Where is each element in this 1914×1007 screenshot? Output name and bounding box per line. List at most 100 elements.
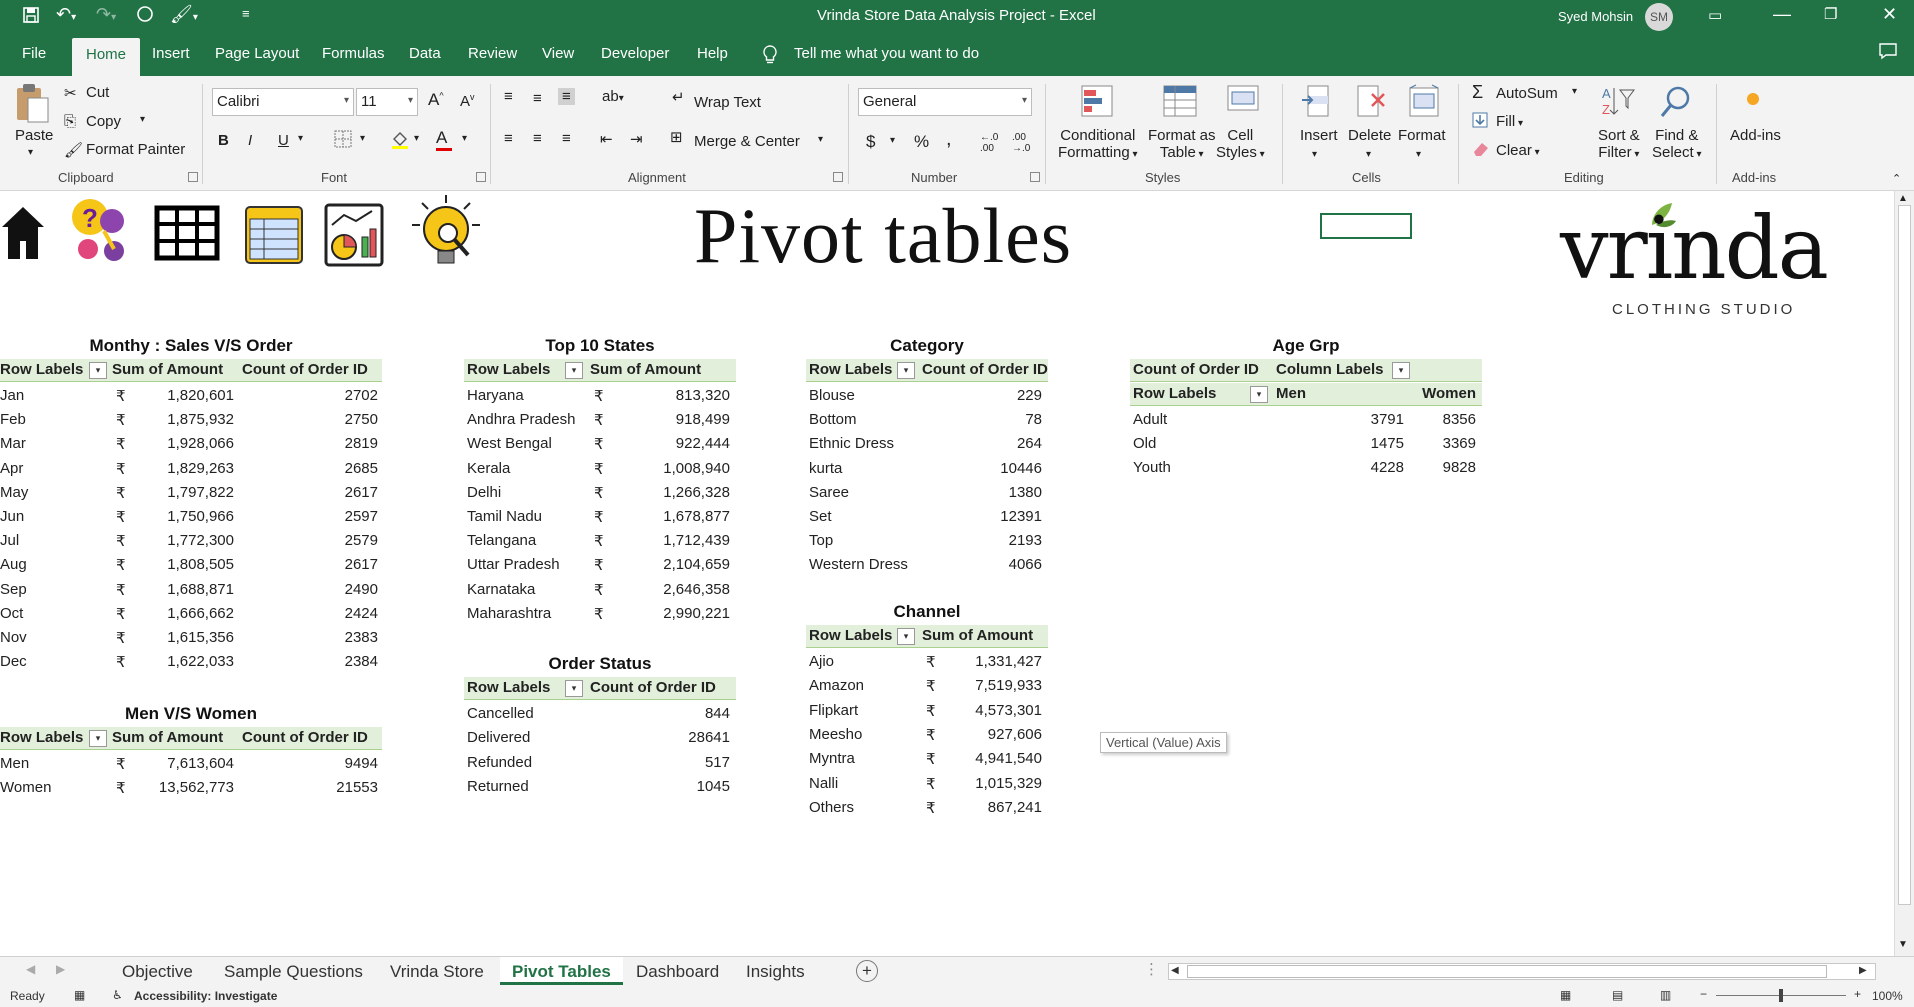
tab-review[interactable]: Review xyxy=(468,45,517,62)
scroll-right-icon[interactable]: ▶ xyxy=(1859,965,1867,976)
scroll-down-icon[interactable]: ▼ xyxy=(1898,939,1908,950)
macro-record-icon[interactable]: ▦ xyxy=(74,988,85,1002)
scroll-left-icon[interactable]: ◀ xyxy=(1171,965,1179,976)
borders-icon[interactable] xyxy=(334,130,352,152)
circle-icon[interactable] xyxy=(136,5,154,28)
zoom-slider-thumb[interactable] xyxy=(1779,989,1783,1002)
merge-center-button[interactable]: Merge & Center xyxy=(694,133,800,150)
number-launcher-icon[interactable] xyxy=(1030,172,1040,182)
tell-me-input[interactable]: Tell me what you want to do xyxy=(794,45,979,62)
page-layout-view-icon[interactable]: ▤ xyxy=(1612,988,1623,1002)
orientation-icon[interactable]: ab▾ xyxy=(602,88,624,105)
vertical-scroll-thumb[interactable] xyxy=(1898,205,1911,905)
avatar[interactable]: SM xyxy=(1645,3,1673,31)
tab-data[interactable]: Data xyxy=(409,45,441,62)
top-align-icon[interactable]: ≡ xyxy=(504,88,513,105)
align-center-icon[interactable]: ≡ xyxy=(533,130,542,147)
table-icon[interactable] xyxy=(154,205,220,266)
currency-button[interactable]: $ xyxy=(866,132,875,152)
wrap-text-button[interactable]: Wrap Text xyxy=(694,94,761,111)
minimize-icon[interactable]: — xyxy=(1773,4,1791,25)
add-ins-button[interactable]: Add-ins xyxy=(1730,127,1781,144)
tab-help[interactable]: Help xyxy=(697,45,728,62)
home-icon[interactable] xyxy=(0,203,46,268)
paste-button[interactable]: Paste xyxy=(15,127,53,144)
format-as-table-button[interactable]: Format as Table ▾ xyxy=(1148,127,1216,161)
tab-home[interactable]: Home xyxy=(72,38,141,76)
fill-button[interactable]: Fill ▾ xyxy=(1496,113,1523,130)
ribbon-display-icon[interactable]: ▭ xyxy=(1708,6,1722,24)
clipboard-launcher-icon[interactable] xyxy=(188,172,198,182)
currency-dropdown-icon[interactable]: ▾ xyxy=(890,135,895,146)
autosum-dropdown-icon[interactable]: ▾ xyxy=(1572,86,1577,97)
filter-dropdown-icon[interactable]: ▾ xyxy=(89,362,107,379)
format-painter-button[interactable]: Format Painter xyxy=(86,141,185,158)
sheet-tab-sample-questions[interactable]: Sample Questions xyxy=(224,960,363,984)
filter-dropdown-icon[interactable]: ▾ xyxy=(565,362,583,379)
font-color-dropdown-icon[interactable]: ▾ xyxy=(462,133,467,144)
sort-filter-button[interactable]: Sort & Filter ▾ xyxy=(1598,127,1640,161)
horizontal-scroll-thumb[interactable] xyxy=(1187,965,1827,978)
underline-button[interactable]: U xyxy=(278,132,289,149)
copy-dropdown-icon[interactable]: ▾ xyxy=(140,114,145,125)
filter-dropdown-icon[interactable]: ▾ xyxy=(565,680,583,697)
accessibility-status[interactable]: Accessibility: Investigate xyxy=(134,989,277,1003)
cut-button[interactable]: Cut xyxy=(86,84,109,101)
font-size-select[interactable]: 11 ▾ xyxy=(356,88,418,116)
align-right-icon[interactable]: ≡ xyxy=(562,130,571,147)
tab-formulas[interactable]: Formulas xyxy=(322,45,385,62)
format-cells-button[interactable]: Format ▾ xyxy=(1398,127,1446,161)
fill-color-icon[interactable] xyxy=(390,129,410,153)
sheet-tab-vrinda-store[interactable]: Vrinda Store xyxy=(390,960,484,984)
sheet-tab-insights[interactable]: Insights xyxy=(746,960,805,984)
font-name-select[interactable]: Calibri ▾ xyxy=(212,88,354,116)
filter-dropdown-icon[interactable]: ▾ xyxy=(897,362,915,379)
decrease-font-icon[interactable]: Av xyxy=(460,92,475,110)
paint-icon[interactable]: 🖌▾ xyxy=(170,4,198,25)
fill-color-dropdown-icon[interactable]: ▾ xyxy=(414,133,419,144)
font-color-icon[interactable]: A xyxy=(436,128,452,151)
clear-button[interactable]: Clear ▾ xyxy=(1496,142,1540,159)
zoom-level[interactable]: 100% xyxy=(1872,989,1903,1003)
zoom-out-icon[interactable]: − xyxy=(1700,987,1707,1001)
percent-button[interactable]: % xyxy=(914,132,929,152)
save-icon[interactable] xyxy=(22,6,40,29)
find-select-button[interactable]: Find & Select ▾ xyxy=(1652,127,1702,161)
horizontal-scrollbar[interactable]: ◀ ▶ xyxy=(1168,963,1876,980)
paste-icon[interactable] xyxy=(14,82,50,128)
scroll-up-icon[interactable]: ▲ xyxy=(1898,193,1908,204)
close-icon[interactable]: ✕ xyxy=(1882,4,1897,25)
spreadsheet-icon[interactable] xyxy=(244,205,304,270)
middle-align-icon[interactable]: ≡ xyxy=(533,90,542,107)
insert-cells-button[interactable]: Insert ▾ xyxy=(1300,127,1338,161)
sheet-tab-pivot-tables[interactable]: Pivot Tables xyxy=(500,957,623,985)
customize-qat-icon[interactable]: ≡ xyxy=(242,6,250,21)
conditional-formatting-button[interactable]: Conditional Formatting ▾ xyxy=(1058,127,1138,161)
normal-view-icon[interactable]: ▦ xyxy=(1560,988,1571,1002)
collapse-ribbon-icon[interactable]: ⌃ xyxy=(1892,172,1901,185)
restore-icon[interactable]: ❐ xyxy=(1824,5,1837,23)
copy-button[interactable]: Copy xyxy=(86,113,121,130)
increase-indent-icon[interactable]: ⇥ xyxy=(630,130,643,148)
paste-dropdown-icon[interactable]: ▾ xyxy=(28,147,33,158)
tab-file[interactable]: File xyxy=(22,45,46,62)
undo-icon[interactable]: ↶▾ xyxy=(56,4,76,25)
font-launcher-icon[interactable] xyxy=(476,172,486,182)
comments-icon[interactable] xyxy=(1878,42,1898,64)
vertical-scrollbar[interactable]: ▲ ▼ xyxy=(1894,191,1914,956)
filter-dropdown-icon[interactable]: ▾ xyxy=(89,730,107,747)
number-format-select[interactable]: General ▾ xyxy=(858,88,1032,116)
tabs-splitter-icon[interactable]: ⋮ xyxy=(1144,960,1159,978)
cell-styles-button[interactable]: Cell Styles ▾ xyxy=(1216,127,1265,161)
tab-page-layout[interactable]: Page Layout xyxy=(215,45,299,62)
increase-font-icon[interactable]: A^ xyxy=(428,90,444,110)
zoom-in-icon[interactable]: + xyxy=(1854,987,1861,1001)
selected-cell[interactable] xyxy=(1320,213,1412,239)
align-left-icon[interactable]: ≡ xyxy=(504,130,513,147)
page-break-view-icon[interactable]: ▥ xyxy=(1660,988,1671,1002)
insights-icon[interactable] xyxy=(408,193,484,276)
underline-dropdown-icon[interactable]: ▾ xyxy=(298,133,303,144)
decrease-indent-icon[interactable]: ⇤ xyxy=(600,130,613,148)
worksheet[interactable]: ? Pivot tables vrinda CLOTHING STUDIO Mo… xyxy=(0,191,1894,956)
tab-insert[interactable]: Insert xyxy=(152,45,190,62)
